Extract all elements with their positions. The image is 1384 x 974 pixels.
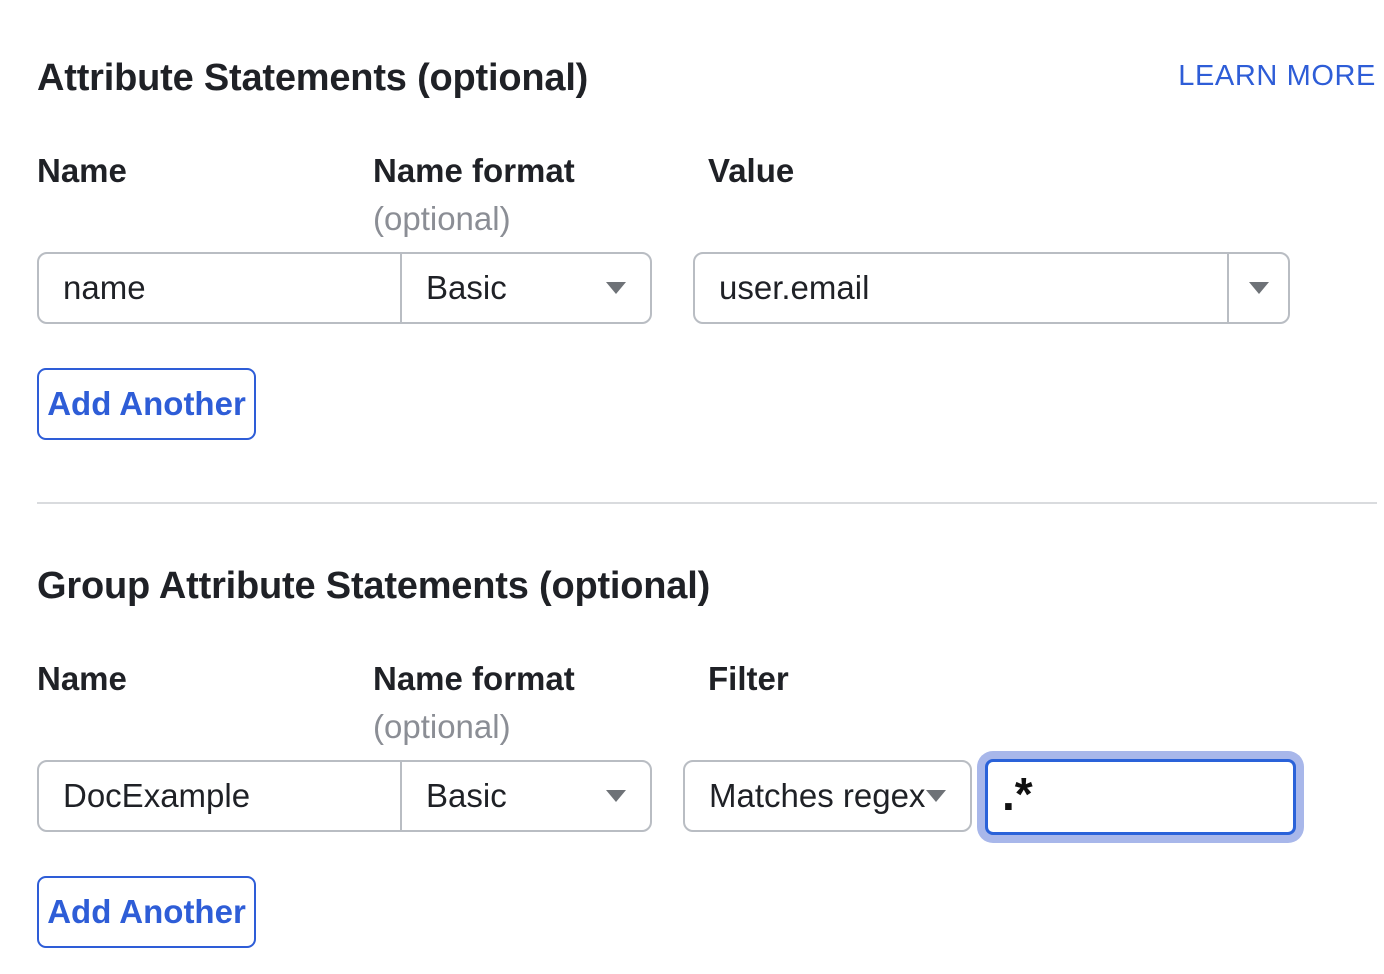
learn-more-link[interactable]: LEARN MORE xyxy=(1178,60,1376,93)
value-input[interactable] xyxy=(695,254,1227,322)
caret-down-icon xyxy=(606,282,626,294)
column-label-filter: Filter xyxy=(708,660,789,698)
caret-down-icon xyxy=(1249,282,1269,294)
group-attribute-name-input[interactable] xyxy=(39,762,400,830)
column-label-name-format: Name format xyxy=(373,660,575,698)
column-label-name: Name xyxy=(37,152,127,190)
group-name-format-select-value: Basic xyxy=(426,777,507,815)
column-label-optional-note: (optional) xyxy=(373,200,511,238)
filter-type-select[interactable]: Matches regex xyxy=(683,760,972,832)
attribute-name-input[interactable] xyxy=(39,254,400,322)
saml-attribute-settings-page: Attribute Statements (optional) LEARN MO… xyxy=(0,0,1384,974)
value-dropdown-button[interactable] xyxy=(1227,254,1288,322)
group-name-format-select[interactable]: Basic xyxy=(400,762,650,830)
group-attribute-statements-title: Group Attribute Statements (optional) xyxy=(37,565,710,608)
attribute-row: Basic xyxy=(37,252,652,324)
column-label-value: Value xyxy=(708,152,794,190)
name-format-select[interactable]: Basic xyxy=(400,254,650,322)
section-divider xyxy=(37,502,1377,504)
add-another-button[interactable]: Add Another xyxy=(37,368,256,440)
attribute-statements-title: Attribute Statements (optional) xyxy=(37,57,588,100)
caret-down-icon xyxy=(926,790,946,802)
filter-type-select-value: Matches regex xyxy=(709,777,925,815)
group-attribute-row: Basic xyxy=(37,760,652,832)
column-label-optional-note: (optional) xyxy=(373,708,511,746)
add-another-button[interactable]: Add Another xyxy=(37,876,256,948)
value-combobox xyxy=(693,252,1290,324)
column-label-name-format: Name format xyxy=(373,152,575,190)
filter-value-input[interactable] xyxy=(985,759,1296,835)
caret-down-icon xyxy=(606,790,626,802)
column-label-name: Name xyxy=(37,660,127,698)
name-format-select-value: Basic xyxy=(426,269,507,307)
